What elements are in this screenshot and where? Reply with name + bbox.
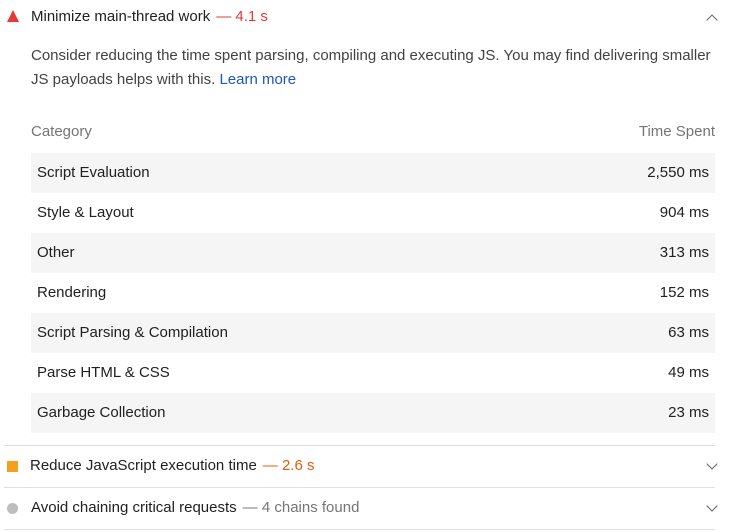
audit-title: Reduce JavaScript execution time — 2.6 s xyxy=(30,457,314,474)
chevron-up-icon[interactable] xyxy=(706,14,718,26)
row-category: Rendering xyxy=(37,284,107,301)
warning-triangle-icon xyxy=(7,10,19,22)
row-category: Parse HTML & CSS xyxy=(37,364,170,381)
row-time: 23 ms xyxy=(668,404,709,421)
table-row: Rendering 152 ms xyxy=(31,273,715,313)
row-time: 152 ms xyxy=(659,284,709,301)
table-header: Category Time Spent xyxy=(31,123,715,140)
row-category: Script Evaluation xyxy=(37,164,150,181)
audit-title-text: Reduce JavaScript execution time xyxy=(30,457,257,474)
audit-value: — 4.1 s xyxy=(216,8,268,25)
table-row: Garbage Collection 23 ms xyxy=(31,393,715,433)
row-time: 313 ms xyxy=(659,244,709,261)
row-category: Style & Layout xyxy=(37,204,134,221)
row-time: 49 ms xyxy=(668,364,709,381)
row-time: 63 ms xyxy=(668,324,709,341)
audit-value: — 2.6 s xyxy=(262,457,315,474)
audit-title-text: Avoid chaining critical requests xyxy=(31,499,237,516)
orange-square-icon xyxy=(7,461,18,472)
chevron-down-icon[interactable] xyxy=(706,458,718,470)
audit-description: Consider reducing the time spent parsing… xyxy=(31,44,721,92)
table-row: Script Evaluation 2,550 ms xyxy=(31,153,715,193)
table-row: Style & Layout 904 ms xyxy=(31,193,715,233)
row-time: 904 ms xyxy=(659,204,709,221)
gray-circle-icon xyxy=(7,503,18,514)
divider xyxy=(4,529,715,530)
audit-title: Avoid chaining critical requests — 4 chai… xyxy=(31,499,359,516)
column-header-time-spent: Time Spent xyxy=(638,123,715,140)
audit-value: — 4 chains found xyxy=(242,499,360,516)
row-category: Garbage Collection xyxy=(37,404,166,421)
row-category: Other xyxy=(37,244,75,261)
audit-reduce-js-execution-time[interactable]: Reduce JavaScript execution time — 2.6 s xyxy=(0,446,734,487)
category-table: Script Evaluation 2,550 ms Style & Layou… xyxy=(31,153,715,433)
column-header-category: Category xyxy=(31,123,92,140)
learn-more-link[interactable]: Learn more xyxy=(219,71,296,88)
table-row: Other 313 ms xyxy=(31,233,715,273)
audit-header-main-thread[interactable]: Minimize main-thread work — 4.1 s xyxy=(0,0,734,38)
audit-title-text: Minimize main-thread work xyxy=(31,8,211,25)
audit-minimize-main-thread-work: Minimize main-thread work — 4.1 s Conside… xyxy=(0,0,734,433)
audit-title: Minimize main-thread work — 4.1 s xyxy=(31,8,268,25)
row-category: Script Parsing & Compilation xyxy=(37,324,228,341)
description-text: Consider reducing the time spent parsing… xyxy=(31,47,711,88)
table-row: Parse HTML & CSS 49 ms xyxy=(31,353,715,393)
table-row: Script Parsing & Compilation 63 ms xyxy=(31,313,715,353)
chevron-down-icon[interactable] xyxy=(706,500,718,512)
row-time: 2,550 ms xyxy=(647,164,709,181)
audit-avoid-chaining-critical-requests[interactable]: Avoid chaining critical requests — 4 chai… xyxy=(0,488,734,530)
